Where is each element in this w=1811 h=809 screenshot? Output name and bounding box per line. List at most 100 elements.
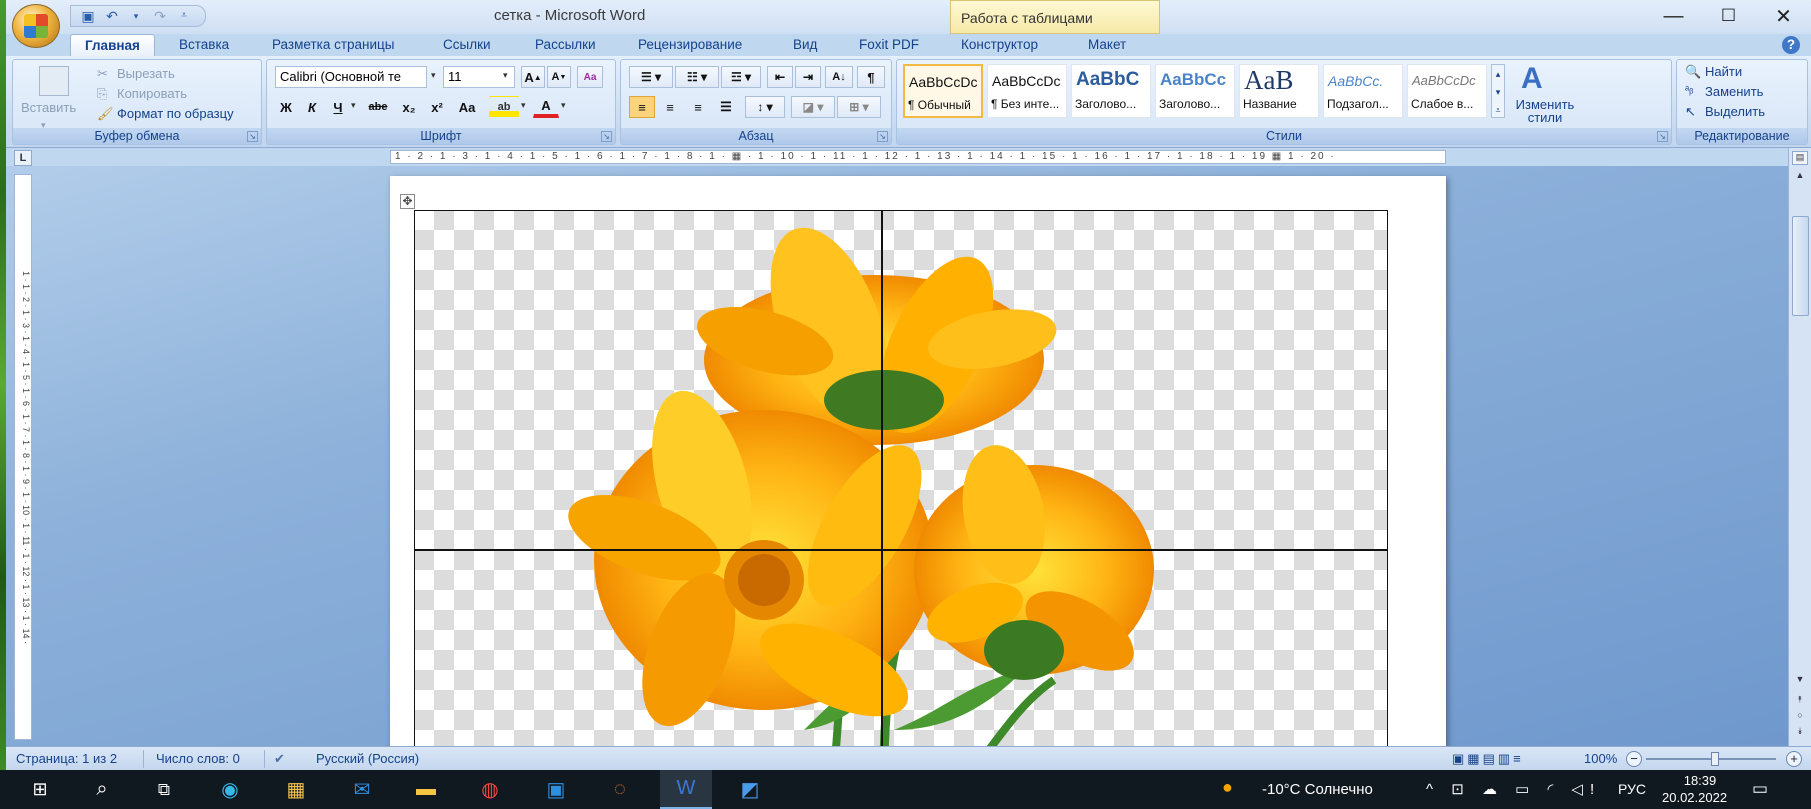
office-button[interactable] [12, 4, 60, 48]
clipboard-launcher-icon[interactable]: ↘ [247, 131, 258, 142]
align-center-icon[interactable]: ≡ [657, 96, 683, 118]
notifications-icon[interactable]: ▭ [1752, 779, 1768, 799]
superscript-button[interactable]: x² [425, 96, 449, 118]
change-case-button[interactable]: Aa [453, 96, 481, 118]
view-buttons-icon[interactable]: ▣▦▤▥≡ [1452, 751, 1524, 767]
underline-dropdown-icon[interactable]: ▾ [351, 100, 356, 111]
close-button[interactable]: ✕ [1756, 0, 1811, 32]
dropdown-arrow-icon[interactable]: ▾ [127, 8, 145, 24]
clear-formatting-icon[interactable]: Aa [577, 66, 603, 88]
cut-icon[interactable]: ✂ [97, 66, 108, 82]
tab-insert[interactable]: Вставка [179, 34, 229, 56]
copy-icon[interactable]: ⎘ [97, 86, 107, 102]
tab-foxit-pdf[interactable]: Foxit PDF [859, 34, 919, 56]
sort-icon[interactable]: A↓ [825, 66, 853, 88]
style-normal[interactable]: AaBbCcDc ¶ Обычный [903, 64, 983, 118]
align-right-icon[interactable]: ≡ [685, 96, 711, 118]
tab-page-layout[interactable]: Разметка страницы [272, 34, 394, 56]
replace-icon[interactable]: ᵃᵦ [1685, 84, 1693, 96]
underline-button[interactable]: Ч [327, 96, 349, 118]
increase-indent-icon[interactable]: ⇥ [795, 66, 821, 88]
yandex-browser-icon[interactable]: ◍ [464, 770, 516, 809]
ruler-toggle-icon[interactable]: ▤ [1792, 151, 1808, 165]
table-column-divider[interactable] [881, 211, 883, 769]
table-move-handle-icon[interactable]: ✥ [400, 194, 415, 209]
tab-design[interactable]: Конструктор [961, 34, 1038, 56]
proofing-icon[interactable]: ✔ [274, 751, 285, 767]
clock-time[interactable]: 18:39 [1668, 773, 1732, 788]
zoom-level[interactable]: 100% [1584, 751, 1617, 766]
cut-button[interactable]: Вырезать [117, 66, 175, 81]
file-explorer-icon[interactable]: ▬ [400, 770, 452, 809]
tab-references[interactable]: Ссылки [443, 34, 491, 56]
customize-qat-icon[interactable]: ⩡ [175, 8, 193, 24]
font-size-dropdown-icon[interactable]: ▾ [503, 70, 508, 81]
show-marks-icon[interactable]: ¶ [857, 66, 885, 88]
next-page-icon[interactable]: ⯯ [1792, 726, 1808, 740]
style-heading-1[interactable]: AaBbC Заголово... [1071, 64, 1151, 118]
numbering-icon[interactable]: ☷ ▾ [675, 66, 719, 88]
tab-review[interactable]: Рецензирование [638, 34, 742, 56]
zoom-slider-knob[interactable] [1711, 752, 1719, 766]
tab-layout[interactable]: Макет [1088, 34, 1126, 56]
line-spacing-icon[interactable]: ↕ ▾ [745, 96, 785, 118]
grid-table[interactable] [414, 210, 1388, 770]
tab-view[interactable]: Вид [793, 34, 817, 56]
font-name-input[interactable]: Calibri (Основной те [275, 66, 427, 88]
scrollbar-thumb[interactable] [1792, 216, 1809, 316]
copy-button[interactable]: Копировать [117, 86, 187, 101]
highlight-icon[interactable]: ab [489, 96, 519, 118]
undo-icon[interactable]: ↶ [103, 8, 121, 24]
font-launcher-icon[interactable]: ↘ [601, 131, 612, 142]
style-title[interactable]: AaB Название [1239, 64, 1319, 118]
search-icon[interactable]: ⌕ [76, 770, 128, 809]
language-status[interactable]: Русский (Россия) [316, 751, 419, 766]
clock-date[interactable]: 20.02.2022 [1662, 790, 1727, 805]
vertical-ruler[interactable]: 1 · 1 · 2 · 1 · 3 · 1 · 4 · 1 · 5 · 1 · … [14, 174, 32, 740]
select-icon[interactable]: ↖ [1685, 104, 1696, 120]
edge-icon[interactable]: ◉ [204, 770, 256, 809]
justify-icon[interactable]: ☰ [713, 96, 739, 118]
help-icon[interactable]: ? [1782, 36, 1800, 54]
bold-button[interactable]: Ж [275, 96, 297, 118]
format-painter-button[interactable]: Формат по образцу [117, 106, 234, 121]
style-subtle-emphasis[interactable]: AaBbCcDc Слабое в... [1407, 64, 1487, 118]
borders-icon[interactable]: ⊞ ▾ [837, 96, 881, 118]
find-button[interactable]: Найти [1705, 64, 1742, 79]
zoom-out-icon[interactable]: − [1626, 751, 1642, 767]
store-icon[interactable]: ▦ [270, 770, 322, 809]
style-heading-2[interactable]: AaBbCc Заголово... [1155, 64, 1235, 118]
calculator-app-icon[interactable]: ▣ [530, 770, 582, 809]
tab-home[interactable]: Главная [70, 34, 155, 56]
task-view-icon[interactable]: ⧉ [138, 770, 190, 809]
italic-button[interactable]: К [301, 96, 323, 118]
align-left-icon[interactable]: ≡ [629, 96, 655, 118]
horizontal-ruler[interactable]: 1 · 2 · 1 · 3 · 1 · 4 · 1 · 5 · 1 · 6 · … [390, 150, 1446, 164]
strikethrough-button[interactable]: abe [363, 96, 393, 118]
find-icon[interactable]: 🔍 [1685, 64, 1701, 80]
weather-status[interactable]: -10°C Солнечно [1262, 781, 1373, 798]
font-name-dropdown-icon[interactable]: ▾ [431, 70, 436, 81]
style-subtitle[interactable]: AaBbCc. Подзагол... [1323, 64, 1403, 118]
style-no-spacing[interactable]: AaBbCcDc ¶ Без инте... [987, 64, 1067, 118]
font-color-icon[interactable]: A [533, 96, 559, 118]
photos-icon[interactable]: ◩ [724, 770, 776, 809]
subscript-button[interactable]: x₂ [397, 96, 421, 118]
select-browse-object-icon[interactable]: ○ [1792, 710, 1808, 724]
tab-mailings[interactable]: Рассылки [535, 34, 596, 56]
paste-button[interactable]: Вставить [21, 100, 76, 115]
shading-icon[interactable]: ◪ ▾ [791, 96, 835, 118]
weather-icon[interactable]: ● [1222, 777, 1233, 798]
shrink-font-icon[interactable]: A ▼ [547, 66, 571, 88]
word-count-status[interactable]: Число слов: 0 [156, 751, 240, 766]
minimize-button[interactable]: — [1646, 0, 1701, 32]
font-color-dropdown-icon[interactable]: ▾ [561, 100, 566, 111]
paste-icon[interactable] [39, 66, 69, 96]
scroll-down-icon[interactable]: ▼ [1792, 674, 1808, 688]
select-button[interactable]: Выделить [1705, 104, 1765, 119]
paragraph-launcher-icon[interactable]: ↘ [877, 131, 888, 142]
multilevel-list-icon[interactable]: ☲ ▾ [721, 66, 761, 88]
grow-font-icon[interactable]: A ▲ [521, 66, 545, 88]
styles-launcher-icon[interactable]: ↘ [1657, 131, 1668, 142]
page-count-status[interactable]: Страница: 1 из 2 [16, 751, 117, 766]
